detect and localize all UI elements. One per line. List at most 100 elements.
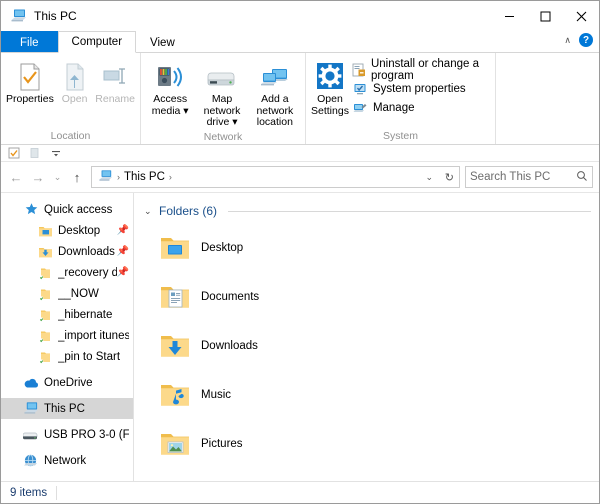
breadcrumb[interactable]: › This PC › (96, 169, 174, 186)
sidebar-item-label: __NOW (58, 287, 99, 300)
rename-button[interactable]: Rename (94, 56, 136, 106)
back-button[interactable]: ← (5, 166, 27, 188)
search-icon[interactable] (576, 170, 588, 185)
breadcrumb-this-pc[interactable]: This PC (124, 171, 165, 183)
sidebar-item-label: USB PRO 3-0 (F:) (44, 428, 129, 441)
manage-icon (352, 100, 368, 116)
map-network-drive-label: Map network drive ▾ (203, 93, 241, 128)
sidebar-item-pin-to-start[interactable]: _pin to Start (1, 346, 133, 367)
open-button[interactable]: Open (55, 56, 94, 106)
folder-item-documents[interactable]: Documents (158, 272, 380, 321)
sidebar-item-downloads[interactable]: Downloads 📌 (1, 241, 133, 262)
ribbon-group-network: Access media ▾ Map network drive ▾ Add a… (141, 53, 306, 144)
sidebar-item-usb-pro[interactable]: USB PRO 3-0 (F:) (1, 424, 133, 445)
folder-item-desktop[interactable]: Desktop (158, 223, 380, 272)
pin-icon[interactable]: 📌 (117, 225, 129, 236)
customize-dropdown-icon[interactable] (49, 146, 63, 160)
group-divider (228, 210, 591, 212)
properties-icon (17, 60, 43, 94)
breadcrumb-separator-1: › (117, 172, 120, 182)
up-button[interactable]: ↑ (66, 166, 88, 188)
folder-item-pictures[interactable]: Pictures (158, 419, 380, 468)
help-row: ∧ ? (564, 33, 593, 47)
folder-item-music[interactable]: Music (158, 370, 380, 419)
sidebar-item-label: _hibernate (58, 308, 113, 321)
sidebar-item-label: Network (44, 454, 87, 467)
open-settings-button[interactable]: Open Settings (310, 56, 350, 117)
search-input[interactable]: Search This PC (465, 166, 593, 188)
sidebar-item-now[interactable]: __NOW (1, 283, 133, 304)
forward-button[interactable]: → (27, 166, 49, 188)
quick-access-toolbar (1, 145, 599, 162)
folder-item-downloads[interactable]: Downloads (158, 321, 380, 370)
address-input[interactable]: › This PC › ⌄ ↻ (91, 166, 460, 188)
this-pc-icon (23, 401, 39, 417)
sidebar-item-label: Desktop (58, 224, 101, 237)
sidebar-item-recovery-drive[interactable]: _recovery drive 📌 (1, 262, 133, 283)
minimize-button[interactable] (491, 1, 527, 31)
tab-file[interactable]: File (1, 31, 58, 53)
downloads-folder-icon (158, 329, 192, 363)
folder-item-label: Documents (201, 290, 260, 303)
system-properties-label: System properties (372, 82, 466, 95)
sidebar-item-onedrive[interactable]: OneDrive (1, 372, 133, 393)
access-media-button[interactable]: Access media ▾ (145, 56, 195, 117)
window-controls (491, 1, 599, 31)
uninstall-or-change-program-button[interactable]: Uninstall or change a program (350, 58, 491, 82)
rename-icon (101, 60, 129, 94)
properties-small-icon[interactable] (7, 146, 21, 160)
title-bar: This PC (1, 1, 599, 31)
folder-shortcut-icon (37, 265, 53, 281)
system-small-buttons: Uninstall or change a program System pro… (350, 56, 491, 117)
pictures-folder-icon (158, 427, 192, 461)
navigation-pane: Quick access Desktop 📌 Downloads 📌 _reco… (1, 193, 134, 481)
pin-icon[interactable]: 📌 (117, 246, 129, 257)
folder-shortcut-icon (37, 349, 53, 365)
music-folder-icon (158, 378, 192, 412)
maximize-button[interactable] (527, 1, 563, 31)
address-bar: ← → ⌄ ↑ › This PC › ⌄ ↻ Search This PC (1, 162, 599, 192)
system-properties-button[interactable]: System properties (350, 79, 491, 98)
folder-shortcut-icon (37, 286, 53, 302)
add-network-location-button[interactable]: Add a network location (249, 56, 301, 129)
sidebar-item-hibernate[interactable]: _hibernate (1, 304, 133, 325)
documents-folder-icon (158, 280, 192, 314)
folders-group-title: Folders (6) (159, 204, 218, 218)
sidebar-item-import-itunes[interactable]: _import itunes groo (1, 325, 133, 346)
sidebar-item-quick-access[interactable]: Quick access (1, 199, 133, 220)
sidebar-item-label: This PC (44, 402, 85, 415)
add-network-location-icon (259, 60, 291, 94)
folder-item-label: Desktop (201, 241, 244, 254)
pin-icon[interactable]: 📌 (117, 267, 129, 278)
folder-item-label: Music (201, 388, 232, 401)
properties-label: Properties (6, 93, 54, 105)
tab-view[interactable]: View (136, 31, 189, 53)
access-media-icon (155, 60, 185, 94)
sidebar-item-desktop[interactable]: Desktop 📌 (1, 220, 133, 241)
sidebar-item-label: OneDrive (44, 376, 93, 389)
properties-button[interactable]: Properties (5, 56, 55, 106)
recent-locations-button[interactable]: ⌄ (49, 166, 66, 188)
new-folder-small-icon[interactable] (28, 146, 42, 160)
address-dropdown-icon[interactable]: ⌄ (425, 172, 433, 183)
folders-group-header[interactable]: ⌄ Folders (6) (140, 199, 599, 223)
folder-item-videos[interactable]: Videos (158, 468, 380, 481)
open-label: Open (61, 93, 88, 105)
map-network-drive-button[interactable]: Map network drive ▾ (195, 56, 248, 129)
sidebar-item-this-pc[interactable]: This PC (1, 398, 133, 419)
file-explorer-window: This PC File Computer View ∧ ? Propertie… (0, 0, 600, 504)
help-icon[interactable]: ? (579, 33, 593, 47)
sidebar-item-network[interactable]: Network (1, 450, 133, 471)
collapse-ribbon-icon[interactable]: ∧ (564, 35, 571, 46)
breadcrumb-separator-2[interactable]: › (169, 172, 172, 182)
manage-button[interactable]: Manage (350, 98, 491, 117)
refresh-icon[interactable]: ↻ (445, 171, 454, 184)
downloads-folder-icon (37, 244, 53, 260)
map-network-drive-icon (206, 60, 238, 94)
folder-shortcut-icon (37, 307, 53, 323)
sidebar-item-label: _recovery drive (58, 266, 117, 279)
close-button[interactable] (563, 1, 599, 31)
ribbon-group-location-label: Location (50, 130, 91, 142)
tab-computer[interactable]: Computer (57, 31, 137, 53)
chevron-down-icon[interactable]: ⌄ (144, 206, 154, 217)
